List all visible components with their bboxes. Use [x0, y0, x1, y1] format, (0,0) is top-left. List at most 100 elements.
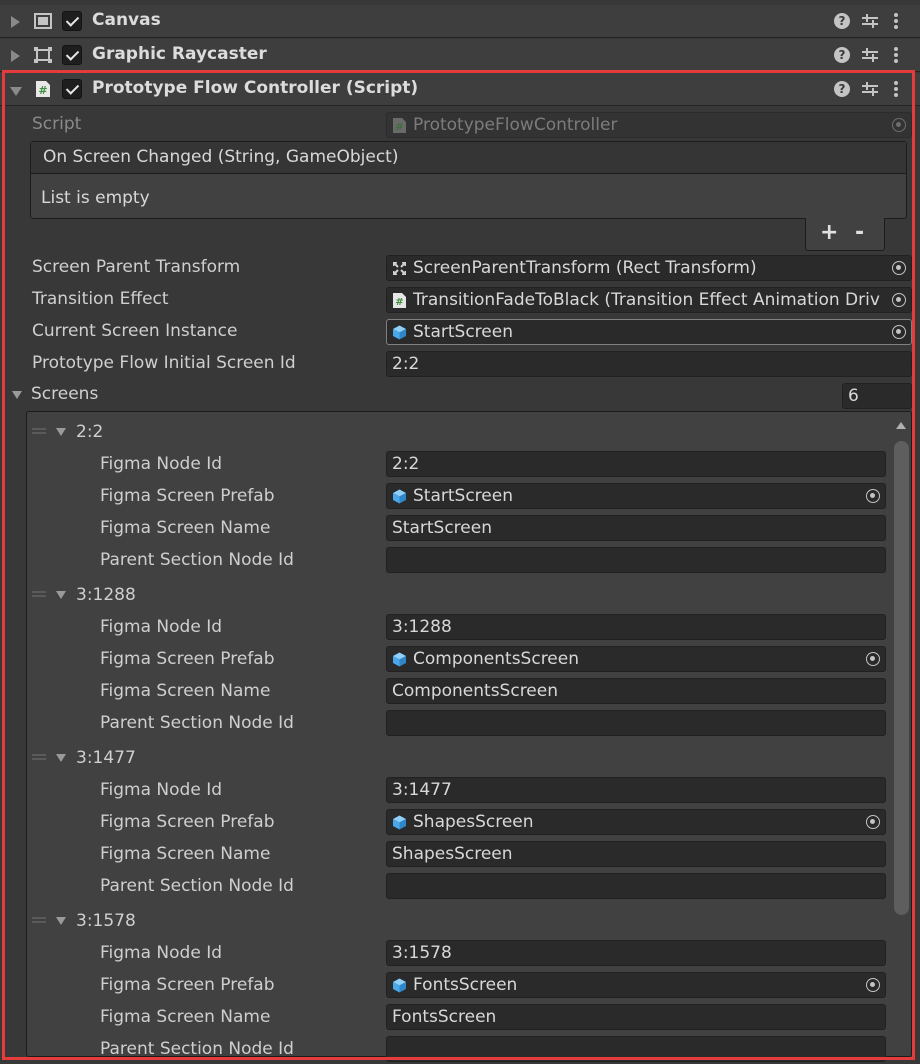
- screen-element-title: 3:1578: [76, 911, 136, 931]
- event-list: On Screen Changed (String, GameObject) L…: [30, 141, 907, 219]
- script-label: Script: [32, 114, 82, 134]
- prop-label: Transition Effect: [32, 289, 169, 309]
- help-icon[interactable]: ?: [834, 13, 850, 29]
- figma-screen-prefab-field[interactable]: ShapesScreen: [386, 809, 886, 835]
- more-options-icon[interactable]: [894, 12, 898, 30]
- svg-text:#: #: [395, 122, 403, 133]
- foldout-arrow-icon[interactable]: [56, 591, 66, 599]
- foldout-arrow-icon[interactable]: [10, 87, 22, 96]
- prefab-cube-icon: [393, 652, 406, 667]
- object-picker-icon[interactable]: [892, 325, 906, 339]
- field-label: Figma Node Id: [100, 454, 223, 474]
- script-icon: #: [36, 81, 50, 97]
- component-header-prototype-flow-controller[interactable]: # Prototype Flow Controller (Script) ?: [0, 73, 920, 106]
- object-picker-icon[interactable]: [892, 293, 906, 307]
- enabled-checkbox[interactable]: [62, 79, 82, 99]
- figma-screen-name-field[interactable]: ComponentsScreen: [386, 678, 886, 704]
- field-label: Figma Screen Prefab: [100, 486, 275, 506]
- more-options-icon[interactable]: [894, 46, 898, 64]
- svg-text:#: #: [395, 297, 403, 308]
- add-button[interactable]: +: [820, 220, 838, 245]
- field-label: Parent Section Node Id: [100, 876, 294, 896]
- current-screen-instance-field[interactable]: StartScreen: [386, 319, 912, 345]
- screen-element-title: 3:1288: [76, 585, 136, 605]
- object-picker-icon[interactable]: [892, 261, 906, 275]
- prefab-cube-icon: [393, 325, 406, 340]
- rect-transform-icon: [393, 262, 406, 275]
- scrollbar[interactable]: [891, 414, 911, 1057]
- field-label: Figma Screen Name: [100, 681, 271, 701]
- drag-handle-icon[interactable]: [32, 428, 46, 434]
- field-label: Figma Screen Name: [100, 844, 271, 864]
- presets-icon[interactable]: [862, 13, 878, 29]
- foldout-arrow-icon[interactable]: [12, 391, 22, 399]
- field-label: Figma Screen Prefab: [100, 812, 275, 832]
- component-title: Canvas: [92, 10, 161, 30]
- help-icon[interactable]: ?: [834, 81, 850, 97]
- drag-handle-icon[interactable]: [32, 917, 46, 923]
- component-title: Graphic Raycaster: [92, 44, 267, 64]
- field-label: Figma Screen Prefab: [100, 649, 275, 669]
- field-label: Figma Screen Name: [100, 518, 271, 538]
- object-picker-icon[interactable]: [866, 652, 880, 666]
- enabled-checkbox[interactable]: [62, 11, 82, 31]
- figma-screen-prefab-field[interactable]: StartScreen: [386, 483, 886, 509]
- screen-element-title: 2:2: [76, 422, 104, 442]
- figma-node-id-field[interactable]: 2:2: [386, 451, 886, 477]
- field-label: Figma Screen Prefab: [100, 975, 275, 995]
- canvas-icon: [34, 13, 52, 29]
- foldout-arrow-icon[interactable]: [11, 50, 20, 62]
- object-picker-icon[interactable]: [866, 815, 880, 829]
- screen-parent-transform-field[interactable]: ScreenParentTransform (Rect Transform): [386, 255, 912, 281]
- drag-handle-icon[interactable]: [32, 754, 46, 760]
- component-title: Prototype Flow Controller (Script): [92, 78, 419, 98]
- component-header-graphic-raycaster[interactable]: Graphic Raycaster ?: [0, 39, 920, 72]
- parent-section-node-id-field[interactable]: [386, 1036, 886, 1062]
- figma-screen-prefab-field[interactable]: FontsScreen: [386, 972, 886, 998]
- field-label: Parent Section Node Id: [100, 550, 294, 570]
- foldout-arrow-icon[interactable]: [56, 754, 66, 762]
- screen-element-title: 3:1477: [76, 748, 136, 768]
- presets-icon[interactable]: [862, 47, 878, 63]
- transition-effect-field[interactable]: # TransitionFadeToBlack (Transition Effe…: [386, 287, 912, 313]
- field-label: Figma Node Id: [100, 943, 223, 963]
- object-picker-icon[interactable]: [866, 489, 880, 503]
- foldout-arrow-icon[interactable]: [56, 428, 66, 436]
- more-options-icon[interactable]: [894, 80, 898, 98]
- screens-count-field[interactable]: 6: [842, 383, 912, 409]
- figma-node-id-field[interactable]: 3:1288: [386, 614, 886, 640]
- field-label: Figma Node Id: [100, 617, 223, 637]
- svg-text:#: #: [38, 84, 47, 97]
- parent-section-node-id-field[interactable]: [386, 547, 886, 573]
- event-title: On Screen Changed (String, GameObject): [43, 147, 399, 167]
- parent-section-node-id-field[interactable]: [386, 873, 886, 899]
- graphic-raycaster-icon: [34, 47, 52, 63]
- script-icon: #: [393, 118, 406, 133]
- scrollbar-thumb[interactable]: [894, 441, 909, 915]
- drag-handle-icon[interactable]: [32, 591, 46, 597]
- script-field: # PrototypeFlowController: [386, 112, 912, 138]
- figma-screen-name-field[interactable]: StartScreen: [386, 515, 886, 541]
- presets-icon[interactable]: [862, 81, 878, 97]
- help-icon[interactable]: ?: [834, 47, 850, 63]
- foldout-arrow-icon[interactable]: [11, 16, 20, 28]
- remove-button[interactable]: -: [855, 220, 864, 245]
- parent-section-node-id-field[interactable]: [386, 710, 886, 736]
- event-footer: + -: [805, 218, 885, 251]
- event-header: On Screen Changed (String, GameObject): [31, 142, 906, 174]
- field-label: Parent Section Node Id: [100, 1039, 294, 1059]
- figma-node-id-field[interactable]: 3:1477: [386, 777, 886, 803]
- initial-screen-id-field[interactable]: 2:2: [386, 351, 912, 377]
- prefab-cube-icon: [393, 815, 406, 830]
- figma-screen-name-field[interactable]: ShapesScreen: [386, 841, 886, 867]
- figma-node-id-field[interactable]: 3:1578: [386, 940, 886, 966]
- enabled-checkbox[interactable]: [62, 45, 82, 65]
- object-picker-icon[interactable]: [866, 978, 880, 992]
- foldout-arrow-icon[interactable]: [56, 917, 66, 925]
- component-header-canvas[interactable]: Canvas ?: [0, 5, 920, 38]
- field-label: Figma Node Id: [100, 780, 223, 800]
- prop-label: Screen Parent Transform: [32, 257, 241, 277]
- figma-screen-prefab-field[interactable]: ComponentsScreen: [386, 646, 886, 672]
- scroll-up-icon[interactable]: [896, 422, 906, 429]
- figma-screen-name-field[interactable]: FontsScreen: [386, 1004, 886, 1030]
